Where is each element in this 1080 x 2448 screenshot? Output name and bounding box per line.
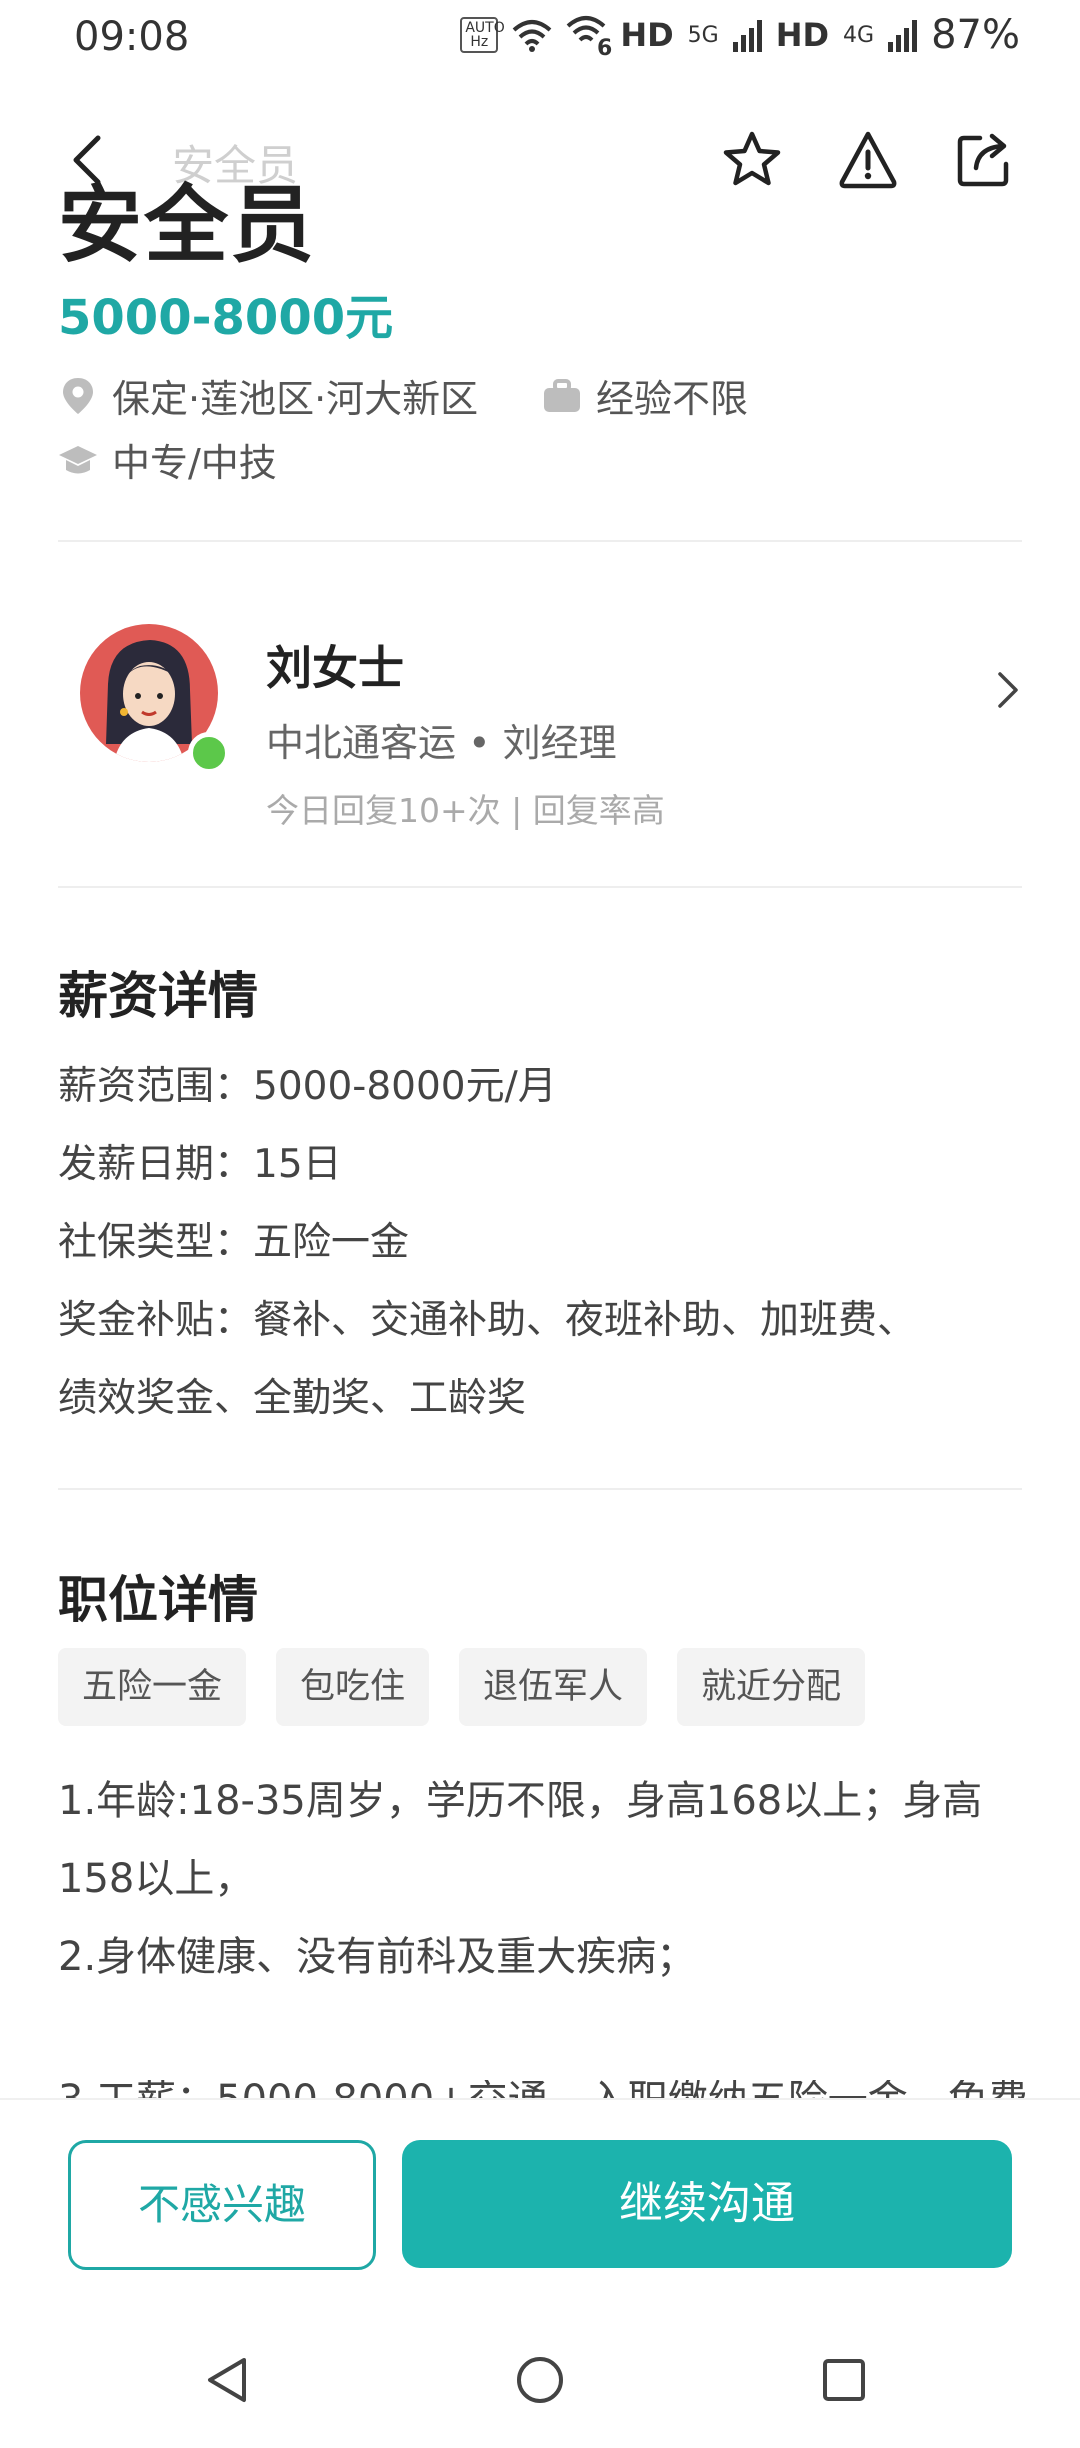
network-5g-label: 5G [687, 22, 719, 48]
nav-home-icon[interactable] [512, 2352, 568, 2408]
nav-recents-icon[interactable] [816, 2352, 872, 2408]
hd-label: HD [620, 16, 674, 54]
tag-list: 五险一金 包吃住 退伍军人 就近分配 [58, 1648, 866, 1726]
divider [58, 540, 1022, 542]
status-time: 09:08 [74, 14, 190, 60]
action-bar: 不感兴趣 继续沟通 [0, 2098, 1080, 2310]
recruiter-name: 刘女士 [266, 641, 404, 695]
experience-text: 经验不限 [596, 377, 749, 421]
tag: 五险一金 [58, 1648, 247, 1726]
divider [58, 1488, 1022, 1490]
status-bar: 09:08 AUTO Hz 6 HD 5G HD 4G 87% [0, 0, 1080, 80]
job-salary: 5000-8000元 [58, 290, 394, 346]
divider [58, 886, 1022, 888]
signal-sim1-icon [732, 18, 762, 52]
insurance-type: 社保类型：五险一金 [58, 1220, 410, 1265]
position-section-title: 职位详情 [58, 1571, 258, 1629]
salary-section-title: 薪资详情 [58, 967, 258, 1025]
wifi6-icon: 6 [566, 14, 612, 61]
signal-sim2-icon [888, 18, 918, 52]
pay-date: 发薪日期：15日 [58, 1142, 342, 1187]
tag: 包吃住 [276, 1648, 430, 1726]
auto-hz-icon: AUTO Hz [460, 17, 505, 53]
requirement-line-cut: 3.工薪：5000-8000+交通，入职缴纳五险一金，免费 [58, 2080, 1028, 2098]
job-education: 中专/中技 [58, 432, 277, 487]
status-icons: AUTO Hz 6 HD 5G HD 4G 87% [460, 12, 1020, 61]
chevron-right-icon[interactable] [990, 668, 1026, 712]
battery-level: 87% [931, 12, 1020, 58]
requirement-line: 1.年龄:18-35周岁，学历不限，身高168以上；身高 [58, 1778, 983, 1824]
wifi-icon [512, 20, 552, 52]
recruiter-reply-rate: 今日回复10+次 | 回复率高 [266, 791, 665, 830]
continue-chat-button[interactable]: 继续沟通 [402, 2140, 1012, 2268]
education-text: 中专/中技 [112, 441, 277, 485]
online-status-dot [188, 732, 230, 774]
star-icon[interactable] [720, 128, 784, 192]
hd-label-2: HD [775, 16, 830, 54]
warning-icon[interactable] [836, 128, 900, 192]
recruiter-company: 中北通客运 • 刘经理 [266, 721, 617, 765]
bonus-line-2: 绩效奖金、全勤奖、工龄奖 [58, 1376, 527, 1421]
nav-back-icon[interactable] [198, 2352, 254, 2408]
requirement-line: 2.身体健康、没有前科及重大疾病； [58, 1934, 697, 1980]
share-icon[interactable] [952, 128, 1016, 192]
job-experience: 经验不限 [542, 368, 748, 423]
network-4g-label: 4G [843, 22, 875, 48]
briefcase-icon [544, 378, 580, 412]
location-pin-icon [63, 377, 93, 414]
tag: 退伍军人 [459, 1648, 648, 1726]
tag: 就近分配 [677, 1648, 866, 1726]
job-location: 保定·莲池区·河大新区 [58, 368, 478, 423]
graduation-cap-icon [59, 445, 97, 473]
not-interested-button[interactable]: 不感兴趣 [68, 2140, 376, 2270]
salary-range: 薪资范围：5000-8000元/月 [58, 1064, 557, 1109]
bonus-line-1: 奖金补贴：餐补、交通补助、夜班补助、加班费、 [58, 1298, 917, 1343]
job-requirements: 1.年龄:18-35周岁，学历不限，身高168以上；身高 158以上， 2.身体… [58, 1762, 1028, 1996]
location-text: 保定·莲池区·河大新区 [112, 377, 479, 421]
requirement-line: 158以上， [58, 1856, 255, 1902]
system-nav-bar [0, 2308, 1080, 2448]
job-title: 安全员 [58, 176, 317, 274]
